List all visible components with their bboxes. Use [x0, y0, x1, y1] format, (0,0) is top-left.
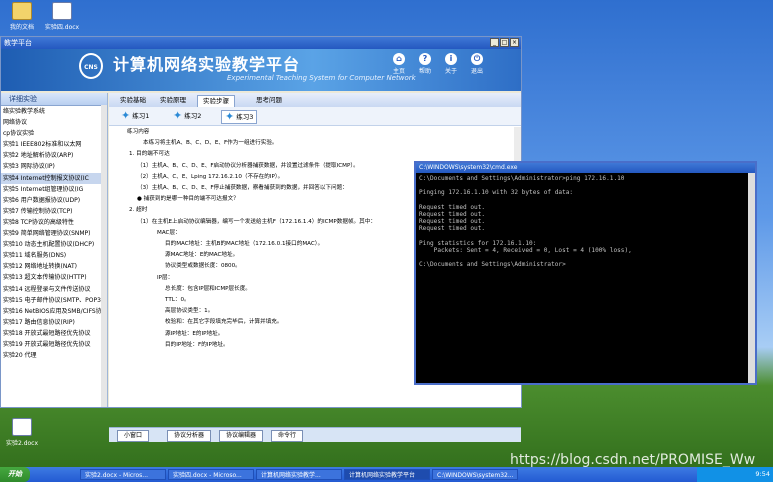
app-title: 计算机网络实验教学平台	[113, 55, 301, 74]
info-icon: i	[445, 53, 457, 65]
sidebar-header: 详细实验	[1, 93, 107, 106]
bottom-toolbar: 小窗口 协议分析器 协议编辑器 命令行	[109, 427, 521, 442]
star-icon: ✦	[173, 109, 183, 122]
exercise-2-button[interactable]: ✦ 练习2	[173, 110, 201, 122]
task-doc4[interactable]: 实验四.docx - Microso...	[168, 469, 254, 480]
app-banner: CNS 计算机网络实验教学平台 Experimental Teaching Sy…	[1, 49, 521, 91]
sidebar: 详细实验 络实验教学系统 网络协议 cp协议实验 实验1 IEEE802标准和以太网实…	[1, 93, 108, 407]
sidebar-item[interactable]: 实验5 Internet组管理协议(IG	[1, 184, 107, 195]
app-subtitle: Experimental Teaching System for Compute…	[227, 74, 416, 82]
protocol-editor-button[interactable]: 协议编辑器	[219, 430, 264, 442]
task-doc2[interactable]: 实验2.docx - Micros...	[80, 469, 166, 480]
sidebar-item[interactable]: 实验11 域名服务(DNS)	[1, 250, 107, 261]
window-titlebar[interactable]: 教学平台 _ □ ×	[1, 37, 521, 49]
tab-principle[interactable]: 实验原理	[155, 95, 191, 106]
desktop-icon-label: 我的文档	[9, 24, 34, 31]
sidebar-item[interactable]: 实验6 用户数据报协议(UDP)	[1, 195, 107, 206]
desktop-icon-my-documents[interactable]: 我的文档	[0, 2, 44, 31]
sidebar-item[interactable]: 实验15 电子邮件协议(SMTP、POP3	[1, 295, 107, 306]
home-icon: ⌂	[393, 53, 405, 65]
sidebar-item[interactable]: 实验9 简单网络管理协议(SNMP)	[1, 228, 107, 239]
exercise-3-button[interactable]: ✦ 练习3	[221, 110, 258, 124]
sidebar-item[interactable]: 实验20 代理	[1, 350, 107, 361]
cmd-output: C:\Documents and Settings\Administrator>…	[419, 175, 632, 269]
app-logo: CNS	[79, 53, 103, 79]
task-platform-1[interactable]: 计算机网络实验教学...	[256, 469, 342, 480]
tab-steps[interactable]: 实验步骤	[197, 95, 235, 107]
sidebar-item[interactable]: 网络协议	[1, 117, 107, 128]
tab-basics[interactable]: 实验基础	[115, 95, 151, 106]
command-line-button[interactable]: 命令行	[271, 430, 304, 442]
document-icon	[12, 418, 32, 436]
sidebar-item[interactable]: 实验4 Internet控制报文协议(IC	[1, 172, 107, 184]
document-line: 1. 目的端不可达	[129, 151, 170, 158]
sidebar-item[interactable]: 实验7 传输控制协议(TCP)	[1, 206, 107, 217]
sidebar-item[interactable]: 实验8 TCP协议的高级特性	[1, 217, 107, 228]
sidebar-item[interactable]: 实验16 NetBIOS应用及SMB/CIFS协	[1, 306, 107, 317]
document-line: 本练习将主机A、B、C、D、E、F作为一组进行实验。	[143, 140, 278, 147]
cmd-window[interactable]: C:\WINDOWS\system32\cmd.exe C:\Documents…	[414, 161, 757, 385]
task-platform-2[interactable]: 计算机网络实验教学平台	[344, 469, 430, 480]
protocol-analyzer-button[interactable]: 协议分析器	[167, 430, 212, 442]
tab-bar: 实验基础 实验原理 实验步骤 思考问题	[109, 93, 521, 108]
sidebar-item[interactable]: 实验13 超文本传输协议(HTTP)	[1, 272, 107, 283]
toolbar-about-button[interactable]: i 关于	[441, 53, 461, 75]
small-window-button[interactable]: 小窗口	[117, 430, 150, 442]
sidebar-item[interactable]: 实验3 网际协议(IP)	[1, 161, 107, 172]
sidebar-item[interactable]: 实验19 开放式最短路径优先协议	[1, 339, 107, 350]
desktop-icon-doc4[interactable]: 实验四.docx	[40, 2, 84, 31]
sidebar-item[interactable]: 实验10 动态主机配置协议(DHCP)	[1, 239, 107, 250]
close-button[interactable]: ×	[510, 38, 519, 47]
sidebar-item[interactable]: cp协议实验	[1, 128, 107, 139]
minimize-button[interactable]: _	[490, 38, 499, 47]
cmd-scrollbar[interactable]	[748, 173, 755, 383]
toolbar-help-button[interactable]: ? 帮助	[415, 53, 435, 75]
sidebar-tree: 络实验教学系统 网络协议 cp协议实验 实验1 IEEE802标准和以太网 实验2 地址…	[1, 106, 107, 361]
watermark: https://blog.csdn.net/PROMISE_Ww	[510, 452, 756, 468]
toolbar-home-button[interactable]: ⌂ 主页	[389, 53, 409, 75]
sidebar-item[interactable]: 实验14 远程登录与文件传送协议	[1, 284, 107, 295]
sidebar-item[interactable]: 络实验教学系统	[1, 106, 107, 117]
cmd-title: C:\WINDOWS\system32\cmd.exe	[419, 164, 518, 171]
toolbar-exit-button[interactable]: ⏻ 退出	[467, 53, 487, 75]
document-line: 练习内容	[127, 129, 150, 135]
sidebar-item[interactable]: 实验17 路由信息协议(RIP)	[1, 317, 107, 328]
star-icon: ✦	[225, 110, 235, 123]
start-button[interactable]: 开始	[0, 467, 30, 482]
exercise-bar: ✦ 练习1 ✦ 练习2 ✦ 练习3	[109, 107, 521, 126]
desktop-icon-label: 实验四.docx	[44, 24, 80, 31]
cmd-titlebar[interactable]: C:\WINDOWS\system32\cmd.exe	[416, 163, 755, 173]
sidebar-item[interactable]: 实验2 地址解析协议(ARP)	[1, 150, 107, 161]
document-icon	[52, 2, 72, 20]
window-title: 教学平台	[4, 39, 32, 47]
sidebar-item[interactable]: 实验1 IEEE802标准和以太网	[1, 139, 107, 150]
task-cmd[interactable]: C:\WINDOWS\system32...	[432, 469, 518, 480]
maximize-button[interactable]: □	[500, 38, 509, 47]
sidebar-item[interactable]: 实验12 网络地址转换(NAT)	[1, 261, 107, 272]
sidebar-item[interactable]: 实验18 开放式最短路径优先协议	[1, 328, 107, 339]
system-tray: 9:54	[697, 467, 773, 482]
desktop-icon-label: 实验2.docx	[5, 440, 39, 447]
exercise-1-button[interactable]: ✦ 练习1	[121, 110, 149, 122]
tab-questions[interactable]: 思考问题	[251, 95, 287, 106]
desktop-icon-doc2[interactable]: 实验2.docx	[0, 418, 44, 447]
sidebar-scrollbar[interactable]	[101, 105, 107, 407]
folder-icon	[12, 2, 32, 20]
clock[interactable]: 9:54	[755, 470, 770, 478]
help-icon: ?	[419, 53, 431, 65]
taskbar: 开始 实验2.docx - Micros... 实验四.docx - Micro…	[0, 467, 773, 482]
star-icon: ✦	[121, 109, 131, 122]
exit-icon: ⏻	[471, 53, 483, 65]
